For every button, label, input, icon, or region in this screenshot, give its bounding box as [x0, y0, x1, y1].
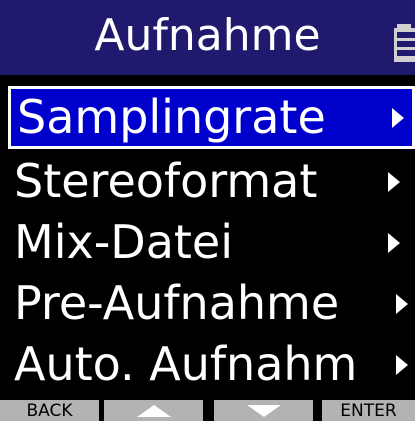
menu-item-label: Pre-Aufnahme	[14, 276, 340, 330]
menu-item-mix-datei[interactable]: Mix-Datei	[0, 212, 415, 273]
menu-item-samplingrate[interactable]: Samplingrate	[8, 86, 415, 149]
back-button-label: BACK	[26, 401, 73, 421]
battery-icon	[394, 24, 415, 62]
back-button[interactable]: BACK	[0, 400, 99, 421]
chevron-right-icon	[388, 172, 400, 192]
chevron-right-icon	[392, 108, 404, 128]
triangle-up-icon	[136, 405, 171, 417]
menu-item-pre-aufnahme[interactable]: Pre-Aufnahme	[0, 273, 415, 334]
header-bar: Aufnahme	[0, 0, 415, 75]
menu-list: Samplingrate Stereoformat Mix-Datei Pre-…	[0, 75, 415, 393]
function-key-bar: BACK ENTER	[0, 400, 415, 421]
chevron-right-icon	[396, 294, 408, 314]
menu-item-label: Samplingrate	[17, 90, 326, 144]
down-button[interactable]	[214, 400, 313, 421]
menu-item-label: Stereoformat	[14, 154, 318, 208]
triangle-down-icon	[246, 405, 281, 417]
menu-item-auto-aufnahme[interactable]: Auto. Aufnahm	[0, 334, 415, 395]
enter-button[interactable]: ENTER	[322, 400, 415, 421]
page-title: Aufnahme	[94, 10, 321, 61]
menu-item-stereoformat[interactable]: Stereoformat	[0, 151, 415, 212]
up-button[interactable]	[104, 400, 203, 421]
menu-item-label: Mix-Datei	[14, 215, 234, 269]
chevron-right-icon	[388, 233, 400, 253]
enter-button-label: ENTER	[340, 401, 397, 421]
recorder-screen: Aufnahme Samplingrate Stereoformat Mix-D…	[0, 0, 415, 421]
menu-item-label: Auto. Aufnahm	[14, 337, 358, 391]
chevron-right-icon	[396, 355, 408, 375]
